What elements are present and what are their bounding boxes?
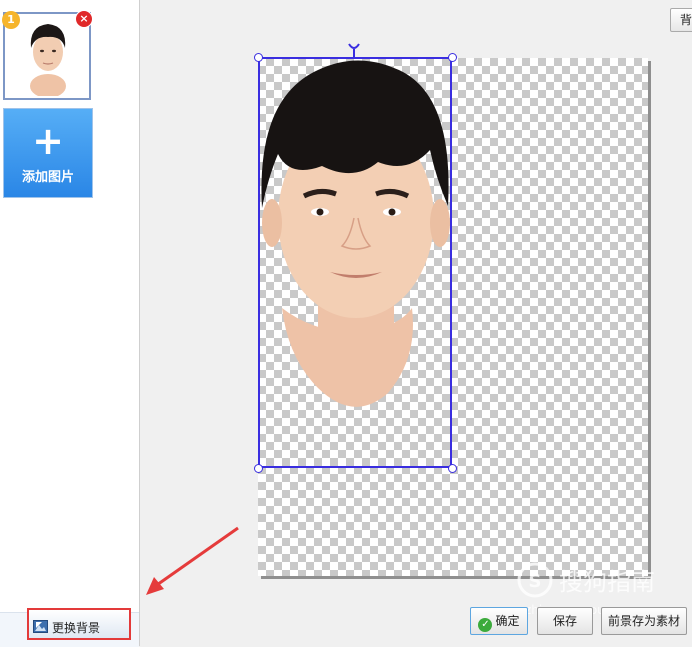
red-arrow-annotation [146, 526, 239, 595]
watermark-title: 搜狗指南 [559, 568, 655, 596]
svg-text:S: S [529, 571, 542, 592]
background-icon [33, 620, 48, 633]
resize-handle-top-left[interactable] [254, 53, 263, 62]
rotate-handle-icon[interactable] [347, 42, 361, 58]
save-foreground-as-material-button[interactable]: 前景存为素材 [601, 607, 687, 635]
watermark-logo-icon: S 搜狗指南 [517, 562, 655, 598]
portrait-thumbnail-icon [30, 24, 66, 96]
resize-handle-bottom-left[interactable] [254, 464, 263, 473]
change-background-label: 更换背景 [52, 621, 101, 635]
resize-handle-bottom-right[interactable] [448, 464, 457, 473]
selection-box[interactable] [258, 57, 452, 468]
save-button[interactable]: 保存 [537, 607, 593, 635]
image-list-sidebar: 1 × + 添加图片 [0, 0, 140, 647]
resize-handle-top-right[interactable] [448, 53, 457, 62]
add-image-button[interactable]: + 添加图片 [3, 108, 93, 198]
confirm-label: 确定 [495, 614, 520, 628]
close-icon[interactable]: × [75, 10, 93, 28]
check-icon: ✓ [478, 618, 493, 632]
change-background-button[interactable]: 更换背景 [27, 608, 131, 640]
image-thumbnail[interactable]: 1 × [2, 10, 93, 100]
background-menu-button[interactable]: 背 [670, 8, 692, 32]
plus-icon: + [32, 119, 64, 163]
confirm-button[interactable]: ✓ 确定 [470, 607, 528, 635]
thumbnail-index-badge: 1 [2, 11, 20, 29]
add-image-label: 添加图片 [21, 170, 74, 185]
